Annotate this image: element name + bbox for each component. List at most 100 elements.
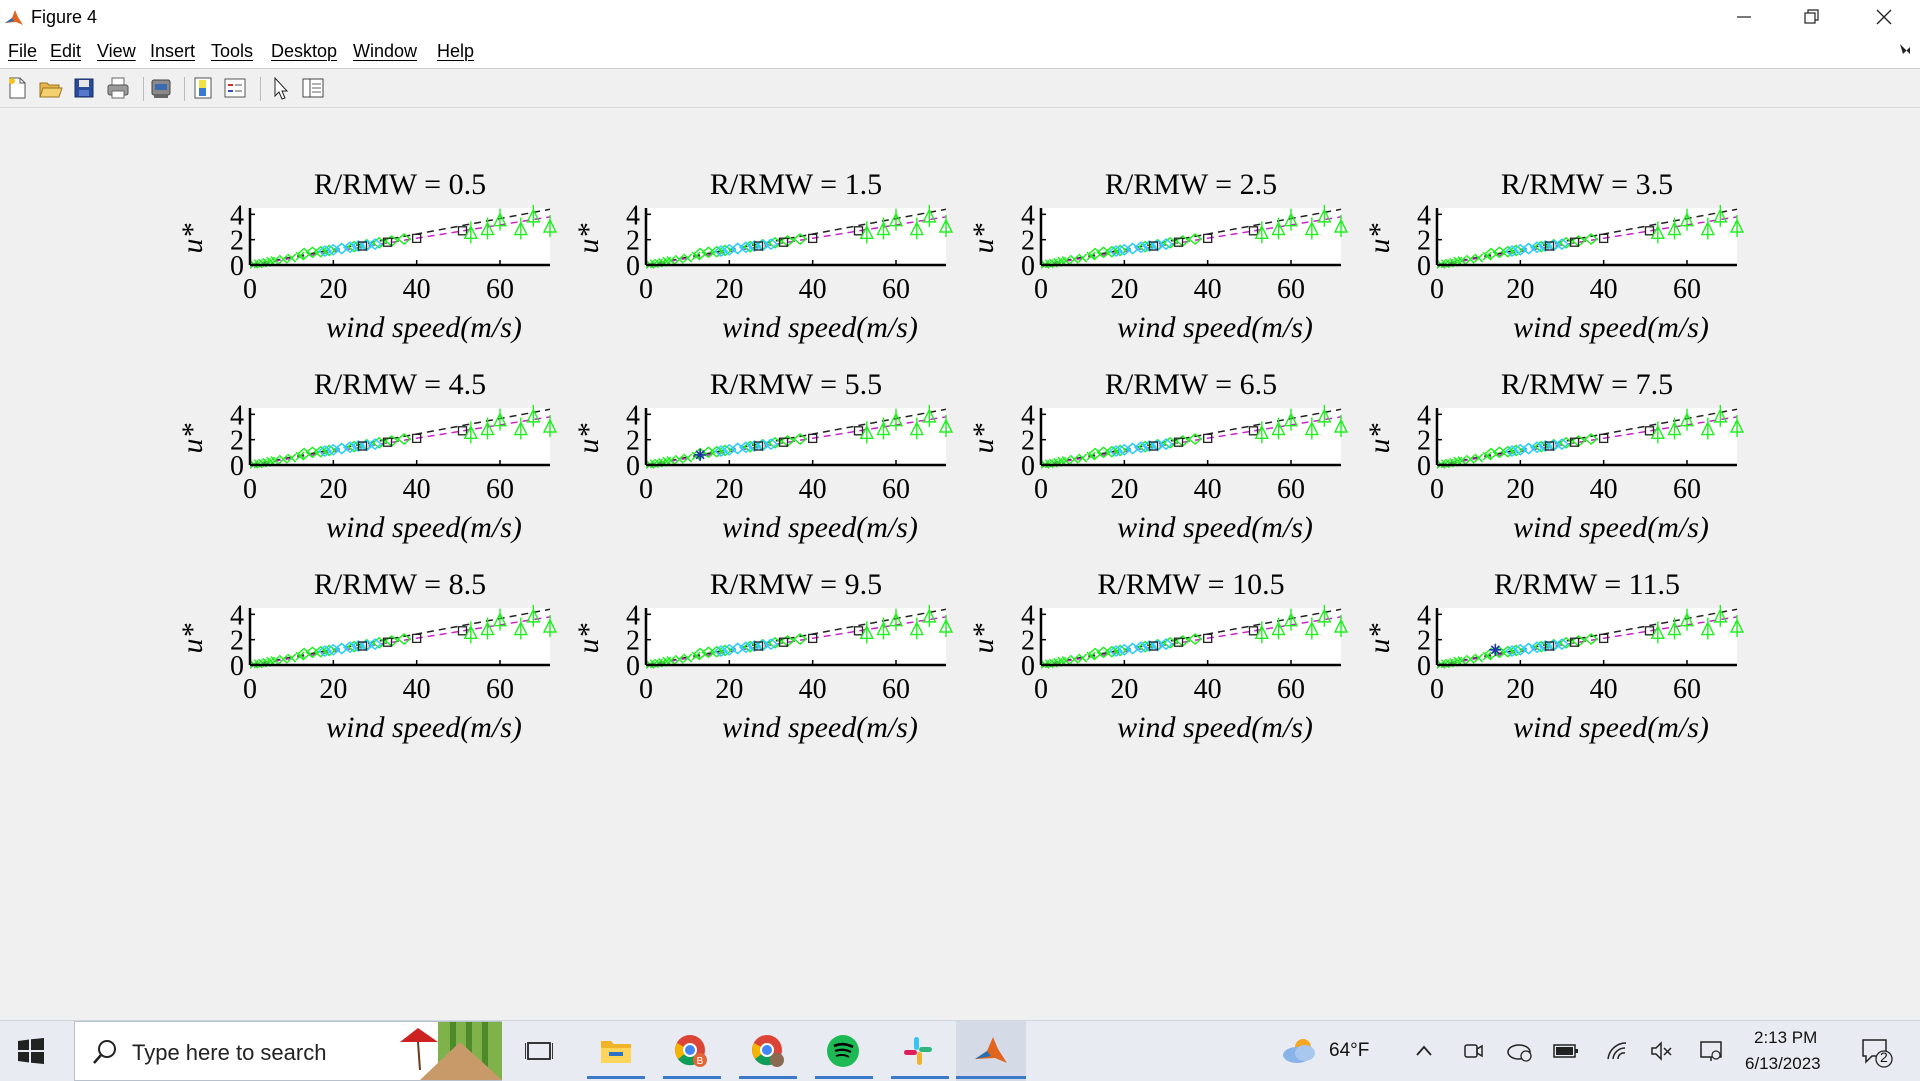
- weather-temperature[interactable]: 64°F: [1329, 1040, 1369, 1062]
- plot-area: [1041, 608, 1341, 665]
- wifi-icon[interactable]: [1605, 1039, 1629, 1063]
- taskbar-search-box[interactable]: Type here to search: [74, 1021, 502, 1081]
- close-icon: [1876, 9, 1892, 25]
- subplot: R/RMW = 8.50 20 40 60024wind speed(m/s)u*: [176, 568, 558, 744]
- x-tick-label: 40: [799, 474, 827, 505]
- clock-time[interactable]: 2:13 PM: [1754, 1028, 1817, 1048]
- chevron-up-icon[interactable]: [1414, 1041, 1434, 1061]
- subplot: R/RMW = 7.50 20 40 60024wind speed(m/s)u*: [1363, 368, 1745, 544]
- subplot: R/RMW = 3.50 20 40 60024wind speed(m/s)u*: [1363, 168, 1745, 344]
- print-preview-icon[interactable]: [148, 75, 174, 101]
- save-icon[interactable]: [71, 75, 97, 101]
- x-tick-label: 60: [882, 474, 910, 505]
- subplot-title: R/RMW = 1.5: [710, 168, 882, 201]
- restore-button[interactable]: [1778, 0, 1846, 34]
- x-tick-label: 40: [1194, 474, 1222, 505]
- restore-icon: [1804, 9, 1819, 24]
- plot-area: [646, 208, 946, 265]
- edit-plot-arrow-icon[interactable]: [268, 75, 294, 101]
- x-tick-label: 20: [715, 674, 743, 705]
- menu-file[interactable]: File: [8, 41, 37, 62]
- property-inspector-icon[interactable]: [300, 75, 326, 101]
- y-axis-label: u*: [176, 624, 209, 654]
- figure-toolbar: [0, 69, 1920, 108]
- plot-area: [250, 208, 550, 265]
- x-tick-label: 0: [1430, 674, 1444, 705]
- x-tick-label: 40: [1590, 674, 1618, 705]
- chrome-profile-b-icon[interactable]: B: [673, 1033, 709, 1069]
- subplot-title: R/RMW = 2.5: [1105, 168, 1277, 201]
- y-tick-label: 4: [1417, 200, 1431, 231]
- open-file-icon[interactable]: [37, 75, 63, 101]
- new-figure-icon[interactable]: [4, 75, 30, 101]
- colorbar-icon[interactable]: [190, 75, 216, 101]
- matlab-taskbar-button[interactable]: [956, 1021, 1026, 1081]
- y-tick-label: 4: [230, 200, 244, 231]
- menu-insert[interactable]: Insert: [150, 41, 195, 62]
- onedrive-sync-icon[interactable]: [1506, 1039, 1534, 1063]
- task-view-icon[interactable]: [525, 1038, 553, 1064]
- x-tick-label: 20: [319, 474, 347, 505]
- x-tick-label: 0: [243, 474, 257, 505]
- menu-edit[interactable]: Edit: [50, 41, 81, 62]
- subplot-title: R/RMW = 7.5: [1501, 368, 1673, 401]
- menu-help[interactable]: Help: [437, 41, 474, 62]
- spotify-icon[interactable]: [826, 1034, 860, 1068]
- file-explorer-icon[interactable]: [599, 1036, 633, 1066]
- menu-desktop[interactable]: Desktop: [271, 41, 337, 62]
- close-button[interactable]: [1850, 0, 1918, 34]
- plot-area: [250, 608, 550, 665]
- notification-center-icon[interactable]: [1860, 1036, 1894, 1068]
- menu-tools[interactable]: Tools: [211, 41, 253, 62]
- x-axis-label: wind speed(m/s): [722, 711, 918, 744]
- chrome-icon[interactable]: [750, 1033, 786, 1069]
- x-tick-label: 60: [1673, 674, 1701, 705]
- y-tick-label: 4: [626, 400, 640, 431]
- x-tick-label: 20: [715, 474, 743, 505]
- toolbar-separator: [143, 77, 144, 101]
- y-tick-label: 4: [1417, 600, 1431, 631]
- volume-muted-icon[interactable]: [1650, 1039, 1674, 1063]
- subplot: R/RMW = 2.50 20 40 60024wind speed(m/s)u*: [967, 168, 1349, 344]
- display-settings-icon[interactable]: [1699, 1039, 1723, 1063]
- subplot: R/RMW = 5.50 20 40 60024wind speed(m/s)u*: [572, 368, 954, 544]
- menu-window[interactable]: Window: [353, 41, 417, 62]
- subplot-title: R/RMW = 4.5: [314, 368, 486, 401]
- x-axis-label: wind speed(m/s): [326, 511, 522, 544]
- windows-start-icon[interactable]: [18, 1038, 44, 1064]
- legend-icon[interactable]: [222, 75, 248, 101]
- plot-area: [1041, 408, 1341, 465]
- battery-icon[interactable]: [1553, 1041, 1579, 1061]
- y-axis-label: u*: [967, 224, 1000, 254]
- clock-date[interactable]: 6/13/2023: [1745, 1054, 1821, 1074]
- x-tick-label: 40: [1590, 474, 1618, 505]
- x-tick-label: 60: [1673, 274, 1701, 305]
- minimize-button[interactable]: [1710, 0, 1778, 34]
- x-tick-label: 20: [319, 274, 347, 305]
- window-title: Figure 4: [31, 7, 98, 27]
- slack-active-indicator: [891, 1076, 949, 1079]
- x-tick-label: 60: [486, 274, 514, 305]
- x-tick-label: 0: [1430, 474, 1444, 505]
- chrome-active-indicator: [739, 1076, 797, 1079]
- figure-canvas[interactable]: R/RMW = 0.5 0 20 40 60 0 2 4 wind speed(m/s) u* R/…: [0, 108, 1920, 1020]
- weather-cloud-icon[interactable]: [1279, 1035, 1319, 1067]
- y-axis-label: u*: [572, 424, 605, 454]
- x-tick-label: 0: [1430, 274, 1444, 305]
- x-tick-label: 0: [639, 274, 653, 305]
- dock-figure-icon[interactable]: [1898, 42, 1912, 56]
- meet-now-icon[interactable]: [1462, 1039, 1484, 1063]
- x-tick-label: 0: [639, 674, 653, 705]
- subplot: R/RMW = 0.50 20 40 60024wind speed(m/s)u*: [176, 168, 558, 344]
- x-tick-label: 60: [486, 474, 514, 505]
- x-tick-label: 60: [1277, 474, 1305, 505]
- x-axis-label: wind speed(m/s): [1117, 311, 1313, 344]
- menu-view[interactable]: View: [97, 41, 136, 62]
- print-icon[interactable]: [105, 75, 131, 101]
- y-tick-label: 4: [626, 200, 640, 231]
- x-axis-label: wind speed(m/s): [722, 311, 918, 344]
- slack-icon[interactable]: [901, 1034, 935, 1068]
- subplot-title: R/RMW = 11.5: [1494, 568, 1680, 601]
- x-tick-label: 40: [799, 674, 827, 705]
- plot-area: [1437, 208, 1737, 265]
